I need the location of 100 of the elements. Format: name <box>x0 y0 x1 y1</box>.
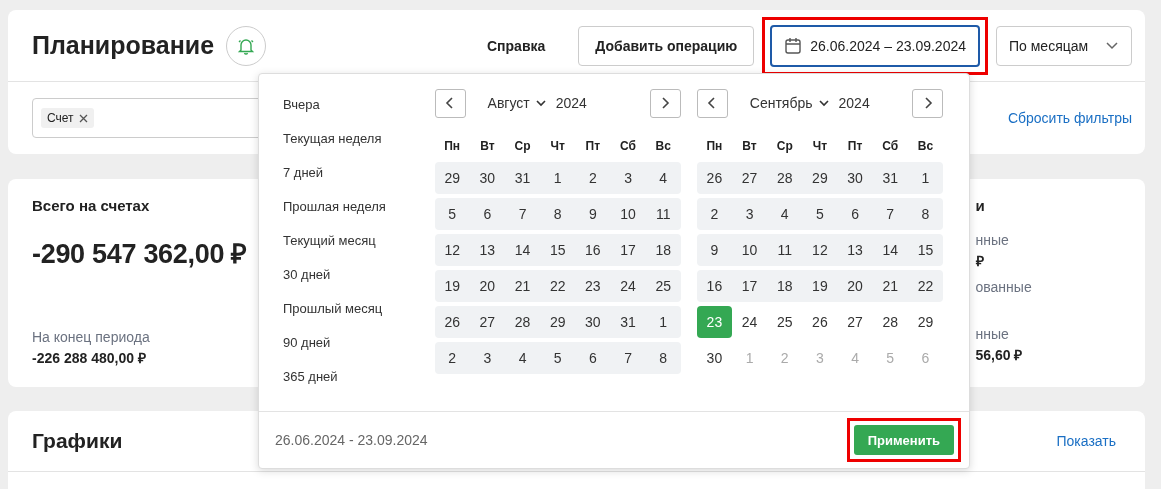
preset-option[interactable]: Текущий месяц <box>275 233 435 267</box>
calendar-day[interactable]: 21 <box>872 270 908 302</box>
calendar-day[interactable]: 26 <box>434 306 470 338</box>
calendar-day[interactable]: 9 <box>575 198 611 230</box>
calendar-day[interactable]: 18 <box>645 234 681 266</box>
calendar-day[interactable]: 29 <box>907 306 943 338</box>
calendar-day[interactable]: 22 <box>907 270 943 302</box>
calendar-day[interactable]: 1 <box>540 162 576 194</box>
calendar-day[interactable]: 25 <box>767 306 803 338</box>
calendar-day[interactable]: 15 <box>907 234 943 266</box>
reset-filters-link[interactable]: Сбросить фильтры <box>1007 110 1132 126</box>
calendar-day[interactable]: 24 <box>610 270 646 302</box>
calendar-day[interactable]: 13 <box>837 234 873 266</box>
preset-option[interactable]: Прошлая неделя <box>275 199 435 233</box>
calendar-day[interactable]: 21 <box>504 270 541 302</box>
calendar-day[interactable]: 30 <box>696 342 732 374</box>
calendar-day[interactable]: 18 <box>767 270 803 302</box>
preset-option[interactable]: 30 дней <box>275 267 435 301</box>
calendar-day[interactable]: 8 <box>540 198 576 230</box>
calendar-day[interactable]: 30 <box>837 162 873 194</box>
calendar-day[interactable]: 12 <box>802 234 838 266</box>
calendar-day[interactable]: 5 <box>434 198 470 230</box>
preset-option[interactable]: Прошлый месяц <box>275 301 435 335</box>
calendar-day[interactable]: 4 <box>767 198 803 230</box>
calendar-day[interactable]: 8 <box>907 198 943 230</box>
calendar-day[interactable]: 1 <box>907 162 943 194</box>
calendar-day[interactable]: 15 <box>540 234 576 266</box>
calendar-day[interactable]: 7 <box>504 198 541 230</box>
calendar-day[interactable]: 11 <box>645 198 681 230</box>
calendar-day[interactable]: 19 <box>802 270 838 302</box>
preset-option[interactable]: 7 дней <box>275 165 435 199</box>
calendar-day[interactable]: 2 <box>696 198 732 230</box>
filter-chip[interactable]: Счет <box>41 108 94 128</box>
add-operation-button[interactable]: Добавить операцию <box>578 25 755 66</box>
calendar-day[interactable]: 25 <box>645 270 681 302</box>
calendar-day[interactable]: 29 <box>434 162 470 194</box>
previous-month-button[interactable] <box>696 88 728 118</box>
show-link[interactable]: Показать <box>1056 433 1116 449</box>
date-range-button[interactable]: 26.06.2024 – 23.09.2024 <box>770 24 980 67</box>
calendar-day[interactable]: 26 <box>696 162 732 194</box>
calendar-day[interactable]: 27 <box>731 162 768 194</box>
calendar-day[interactable]: 22 <box>540 270 576 302</box>
next-month-button[interactable] <box>912 88 943 118</box>
weekday-label: Пт <box>846 139 864 153</box>
month-select[interactable]: Сентябрь <box>749 95 829 111</box>
calendar-day[interactable]: 12 <box>434 234 470 266</box>
calendar-day[interactable]: 16 <box>575 234 611 266</box>
calendar-day[interactable]: 24 <box>731 306 768 338</box>
calendar-day[interactable]: 4 <box>645 162 681 194</box>
calendar-day[interactable]: 27 <box>469 306 505 338</box>
calendar-day[interactable]: 8 <box>645 342 681 374</box>
calendar-day[interactable]: 5 <box>802 198 838 230</box>
calendar-day[interactable]: 17 <box>731 270 768 302</box>
weekday-label: Вс <box>916 139 935 153</box>
calendar-day[interactable]: 20 <box>469 270 505 302</box>
calendar-day[interactable]: 16 <box>696 270 732 302</box>
calendar-day[interactable]: 31 <box>504 162 541 194</box>
calendar-day[interactable]: 14 <box>872 234 908 266</box>
calendar-day[interactable]: 1 <box>645 306 681 338</box>
next-month-button[interactable] <box>649 88 681 118</box>
calendar-day[interactable]: 23 <box>575 270 611 302</box>
calendar-day[interactable]: 31 <box>872 162 908 194</box>
calendar-day[interactable]: 6 <box>837 198 873 230</box>
selected-range-text: 26.06.2024 - 23.09.2024 <box>275 432 428 448</box>
calendar-day[interactable]: 28 <box>504 306 541 338</box>
period-select[interactable]: По месяцам <box>996 25 1132 66</box>
calendar-day[interactable]: 20 <box>837 270 873 302</box>
calendar-day[interactable]: 14 <box>504 234 541 266</box>
preset-option[interactable]: 365 дней <box>275 369 435 403</box>
calendar-day[interactable]: 11 <box>767 234 803 266</box>
calendar-day[interactable]: 6 <box>575 342 611 374</box>
calendar-day[interactable]: 3 <box>469 342 505 374</box>
calendar-day[interactable]: 28 <box>767 162 803 194</box>
month-select[interactable]: Август <box>487 95 546 111</box>
calendar-day[interactable]: 7 <box>872 198 908 230</box>
calendar-day[interactable]: 29 <box>540 306 576 338</box>
calendar-day[interactable]: 3 <box>731 198 768 230</box>
calendar-day[interactable]: 13 <box>469 234 505 266</box>
calendar-day[interactable]: 6 <box>469 198 505 230</box>
calendar-day[interactable]: 30 <box>575 306 611 338</box>
calendar-day[interactable]: 2 <box>575 162 611 194</box>
calendar-day[interactable]: 3 <box>610 162 646 194</box>
calendar-day[interactable]: 4 <box>504 342 541 374</box>
calendar-day[interactable]: 5 <box>540 342 576 374</box>
calendar-day[interactable]: 19 <box>434 270 470 302</box>
calendar-day[interactable]: 30 <box>469 162 505 194</box>
calendar-day[interactable]: 31 <box>610 306 646 338</box>
preset-option[interactable]: 90 дней <box>275 335 435 369</box>
calendar-day[interactable]: 2 <box>434 342 470 374</box>
calendar-day[interactable]: 10 <box>610 198 646 230</box>
calendar-day[interactable]: 27 <box>837 306 873 338</box>
calendar-day[interactable]: 7 <box>610 342 646 374</box>
calendar-day[interactable]: 28 <box>872 306 908 338</box>
calendar-day[interactable]: 10 <box>731 234 768 266</box>
previous-month-button[interactable] <box>434 88 466 118</box>
help-link[interactable]: Справка <box>487 37 546 54</box>
calendar-day[interactable]: 17 <box>610 234 646 266</box>
calendar-day[interactable]: 9 <box>696 234 732 266</box>
calendar-day[interactable]: 26 <box>802 306 838 338</box>
calendar-day[interactable]: 29 <box>802 162 838 194</box>
